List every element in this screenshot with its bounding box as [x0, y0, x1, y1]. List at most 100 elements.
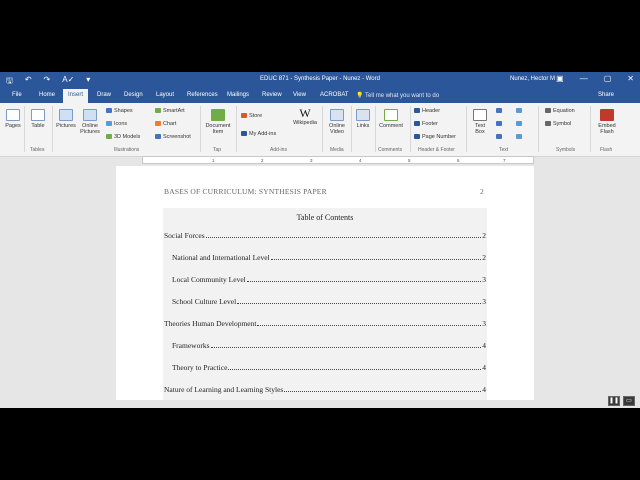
group-label-symbols: Symbols	[556, 147, 576, 153]
my-addins-button[interactable]: My Add-ins	[241, 131, 276, 137]
online-video-label: Online Video	[329, 123, 345, 135]
toc-entry-label: Frameworks	[172, 341, 210, 350]
toc-entry[interactable]: Social Forces 2	[164, 230, 486, 240]
header-page-number[interactable]: 2	[480, 187, 484, 196]
text-tool-5[interactable]	[516, 121, 524, 127]
toc-entry[interactable]: Frameworks 4	[172, 340, 486, 350]
header-button[interactable]: Header	[414, 108, 440, 114]
ruler-mark: 4	[359, 158, 362, 163]
page-number-button[interactable]: Page Number	[414, 134, 456, 140]
pictures-button[interactable]: Pictures	[55, 109, 77, 129]
group-divider	[351, 106, 352, 152]
fullscreen-button[interactable]: ▭	[623, 396, 635, 406]
group-divider	[590, 106, 591, 152]
document-item-icon	[211, 109, 225, 121]
table-of-contents[interactable]: Table of Contents Social Forces 2 Nationa…	[163, 208, 487, 408]
page-number-icon	[414, 134, 420, 140]
user-name[interactable]: Nunez, Hector M	[510, 76, 555, 82]
tab-design[interactable]: Design	[124, 92, 143, 98]
ribbon-display-options-icon[interactable]: ▣	[556, 74, 564, 83]
text-tool-1[interactable]	[496, 108, 504, 114]
object-icon	[516, 134, 522, 140]
table-icon	[31, 109, 45, 121]
3d-models-label: 3D Models	[114, 134, 141, 140]
text-tool-3[interactable]	[496, 134, 504, 140]
tell-me-search[interactable]: 💡 Tell me what you want to do	[356, 92, 439, 99]
horizontal-ruler[interactable]: 1 2 3 4 5 6 7	[142, 156, 534, 164]
screenshot-button[interactable]: Screenshot	[155, 134, 191, 140]
text-tool-4[interactable]	[516, 108, 524, 114]
toc-leader	[228, 369, 482, 370]
store-button[interactable]: Store	[241, 113, 262, 119]
toc-entry[interactable]: School Culture Level 3	[172, 296, 486, 306]
comment-button[interactable]: Comment	[377, 109, 405, 129]
chart-label: Chart	[163, 121, 177, 127]
tab-layout[interactable]: Layout	[156, 92, 174, 98]
share-button[interactable]: Share	[598, 92, 614, 98]
toc-entry[interactable]: Nature of Learning and Learning Styles 4	[164, 384, 486, 394]
tab-review[interactable]: Review	[262, 92, 282, 98]
icons-button[interactable]: Icons	[106, 121, 127, 127]
video-icon	[330, 109, 344, 121]
comment-label: Comment	[379, 123, 403, 129]
links-button[interactable]: Links	[353, 109, 373, 129]
ruler-mark: 1	[212, 158, 215, 163]
toc-entry[interactable]: Theories Human Development 3	[164, 318, 486, 328]
group-label-media: Media	[330, 147, 344, 153]
smartart-button[interactable]: SmartArt	[155, 108, 185, 114]
tab-draw[interactable]: Draw	[97, 92, 111, 98]
document-item-label: Document Item	[205, 123, 231, 135]
tab-mailings[interactable]: Mailings	[227, 92, 249, 98]
signature-line-icon	[516, 108, 522, 114]
table-button[interactable]: Table	[28, 109, 48, 129]
screenshot-icon	[155, 134, 161, 140]
document-item-button[interactable]: Document Item	[203, 109, 233, 135]
online-pictures-icon	[83, 109, 97, 121]
pages-button[interactable]: Pages	[4, 109, 22, 129]
title-bar: 🖫 ↶ ↷ A✓ ▾ EDUC 871 - Synthesis Paper - …	[0, 72, 640, 88]
minimize-button[interactable]: —	[580, 74, 588, 83]
running-head[interactable]: BASES OF CURRICULUM: SYNTHESIS PAPER	[164, 187, 327, 196]
status-bar	[0, 400, 640, 408]
toc-entry[interactable]: Local Community Level 3	[172, 274, 486, 284]
pause-button[interactable]: ❚❚	[608, 396, 620, 406]
toc-entry[interactable]: Theory to Practice 4	[172, 362, 486, 372]
group-label-comments: Comments	[378, 147, 403, 153]
maximize-button[interactable]: ▢	[604, 74, 612, 83]
text-tool-2[interactable]	[496, 121, 504, 127]
toc-leader	[284, 391, 482, 392]
symbol-button[interactable]: Symbol	[545, 121, 571, 127]
toc-entry-label: Nature of Learning and Learning Styles	[164, 385, 284, 394]
tab-references[interactable]: References	[187, 92, 218, 98]
tab-acrobat[interactable]: ACROBAT	[320, 92, 349, 98]
online-video-button[interactable]: Online Video	[325, 109, 349, 135]
3d-models-button[interactable]: 3D Models	[106, 134, 140, 140]
pi-icon	[545, 108, 551, 114]
toc-entry[interactable]: National and International Level 2	[172, 252, 486, 262]
vertical-scrollbar[interactable]	[634, 166, 640, 408]
chart-button[interactable]: Chart	[155, 121, 176, 127]
close-button[interactable]: ✕	[627, 74, 634, 83]
screenshot-label: Screenshot	[163, 134, 191, 140]
wikipedia-button[interactable]: W Wikipedia	[290, 107, 320, 127]
group-divider	[466, 106, 467, 152]
tab-file[interactable]: File	[12, 92, 22, 98]
equation-button[interactable]: Equation	[545, 108, 575, 114]
embed-flash-button[interactable]: Embed Flash	[594, 109, 620, 135]
toc-leader	[246, 281, 482, 282]
group-divider	[322, 106, 323, 152]
text-tool-6[interactable]	[516, 134, 524, 140]
tab-insert[interactable]: Insert	[63, 89, 89, 103]
toc-entry-label: Local Community Level	[172, 275, 246, 284]
page-number-label: Page Number	[422, 134, 456, 140]
shapes-button[interactable]: Shapes	[106, 108, 133, 114]
wordart-icon	[496, 121, 502, 127]
tab-home[interactable]: Home	[39, 92, 55, 98]
online-pictures-button[interactable]: Online Pictures	[78, 109, 102, 135]
text-box-button[interactable]: Text Box	[470, 109, 490, 135]
footer-button[interactable]: Footer	[414, 121, 438, 127]
document-page[interactable]: BASES OF CURRICULUM: SYNTHESIS PAPER 2 T…	[116, 166, 534, 408]
toc-title[interactable]: Table of Contents	[163, 213, 487, 222]
shapes-icon	[106, 108, 112, 114]
tab-view[interactable]: View	[293, 92, 306, 98]
